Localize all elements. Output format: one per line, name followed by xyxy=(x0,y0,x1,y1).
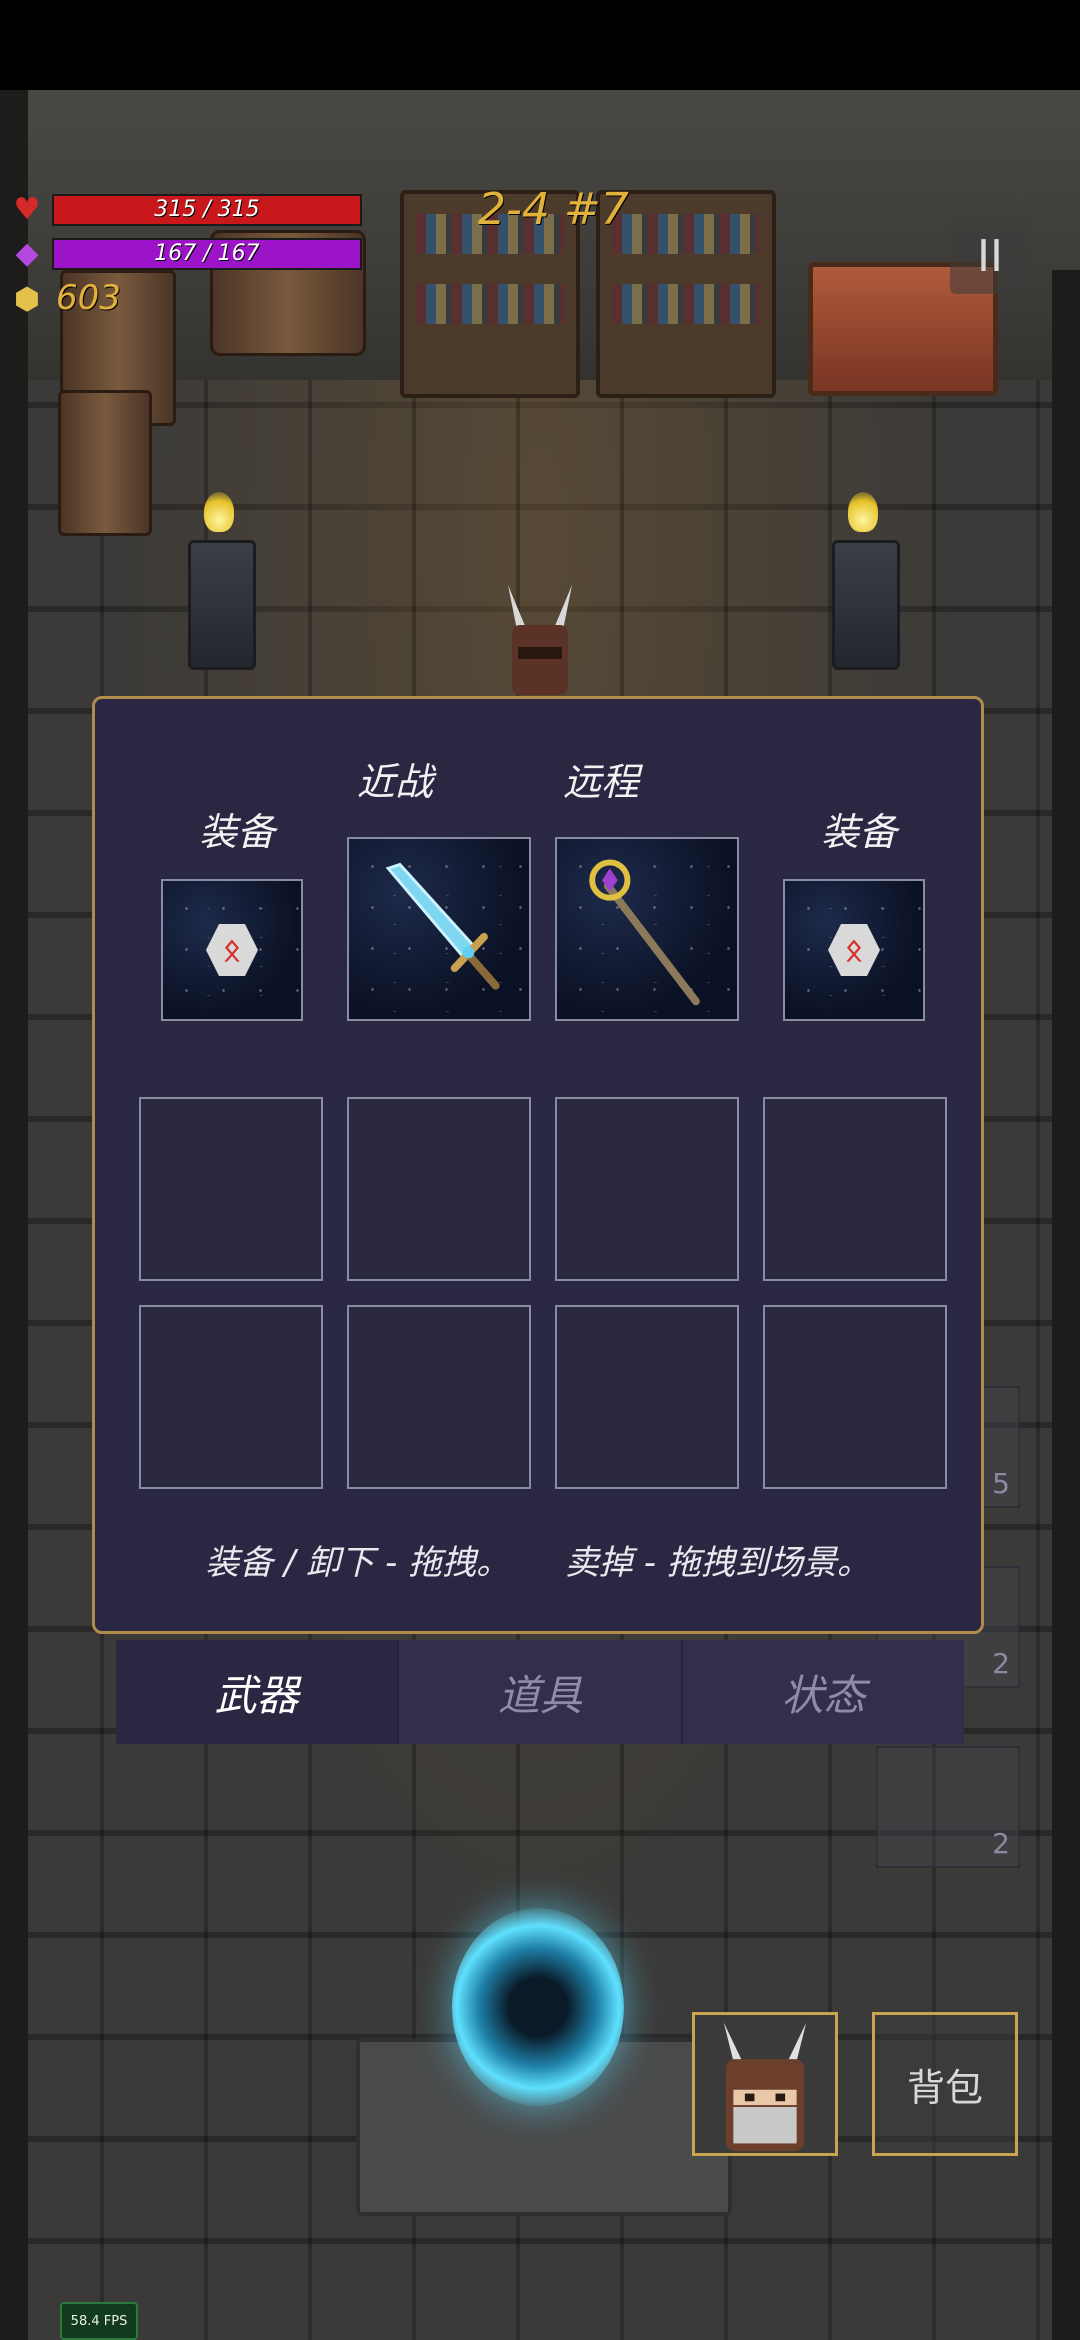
ranged-slot-label: 远程 xyxy=(562,760,639,804)
staff-icon xyxy=(589,859,700,1006)
inventory-slot[interactable] xyxy=(555,1097,739,1281)
equip-hint: 装备 / 卸下 - 拖拽。 xyxy=(205,1543,511,1583)
item-count: 2 xyxy=(992,1647,1010,1680)
left-wall xyxy=(0,90,28,2340)
torch-flame-icon xyxy=(204,492,234,532)
pause-button[interactable]: II xyxy=(950,218,1030,294)
rune-gem-icon: ᛟ xyxy=(828,924,880,976)
rune-gem-icon: ᛟ xyxy=(206,924,258,976)
mp-text: 167 / 167 xyxy=(154,241,260,266)
player-character xyxy=(500,585,580,695)
item-count: 2 xyxy=(992,1827,1010,1860)
right-equip-label: 装备 xyxy=(820,810,897,854)
torch-pedestal xyxy=(188,540,256,670)
sell-hint: 卖掉 - 拖拽到场景。 xyxy=(564,1543,871,1583)
inventory-panel: 近战 远程 装备 装备 ᛟ ᛟ 装备 / 卸下 - 拖拽。 卖掉 - 拖拽到场景… xyxy=(92,696,984,1634)
fps-counter: 58.4 FPS xyxy=(60,2302,138,2340)
mp-bar: 167 / 167 xyxy=(52,238,362,270)
portal[interactable] xyxy=(452,1908,624,2106)
left-equip-label: 装备 xyxy=(198,810,275,854)
barrel xyxy=(58,390,152,536)
tab-status[interactable]: 状态 xyxy=(680,1640,964,1744)
inventory-slot[interactable] xyxy=(763,1097,947,1281)
gold-amount: 603 xyxy=(56,278,121,318)
item-card[interactable]: 2 xyxy=(876,1746,1020,1868)
left-equip-slot[interactable]: ᛟ xyxy=(161,879,303,1021)
inventory-slot[interactable] xyxy=(763,1305,947,1489)
inventory-slot[interactable] xyxy=(139,1097,323,1281)
right-wall xyxy=(1052,270,1080,2340)
pause-icon: II xyxy=(977,230,1003,282)
sword-icon xyxy=(385,862,500,990)
melee-weapon-slot[interactable] xyxy=(347,837,531,1021)
hp-text: 315 / 315 xyxy=(154,197,260,222)
inventory-slot[interactable] xyxy=(555,1305,739,1489)
level-indicator: 2-4 #7 xyxy=(478,184,629,235)
ranged-weapon-slot[interactable] xyxy=(555,837,739,1021)
torch-flame-icon xyxy=(848,492,878,532)
heart-icon: ♥ xyxy=(13,191,41,227)
right-equip-slot[interactable]: ᛟ xyxy=(783,879,925,1021)
backpack-button[interactable]: 背包 xyxy=(872,2012,1018,2156)
hp-bar: 315 / 315 xyxy=(52,194,362,226)
status-bar xyxy=(0,0,1080,90)
inventory-slot[interactable] xyxy=(139,1305,323,1489)
torch-pedestal xyxy=(832,540,900,670)
inventory-hint: 装备 / 卸下 - 拖拽。 卖掉 - 拖拽到场景。 xyxy=(95,1535,981,1584)
item-count: 5 xyxy=(992,1467,1010,1500)
tab-items[interactable]: 道具 xyxy=(397,1640,681,1744)
melee-slot-label: 近战 xyxy=(356,760,433,804)
character-avatar-icon xyxy=(723,2022,807,2152)
inventory-slot[interactable] xyxy=(347,1097,531,1281)
inventory-tabs: 武器 道具 状态 xyxy=(116,1640,964,1744)
inventory-slot[interactable] xyxy=(347,1305,531,1489)
character-portrait-button[interactable] xyxy=(692,2012,838,2156)
gold-coin-icon: ⬢ xyxy=(13,281,41,317)
tab-weapons[interactable]: 武器 xyxy=(116,1640,398,1744)
mana-crystal-icon: ◆ xyxy=(15,235,39,271)
